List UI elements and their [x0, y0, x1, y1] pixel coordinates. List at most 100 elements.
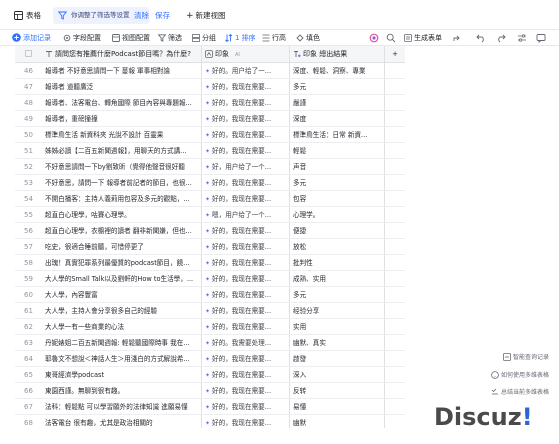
cell-summary[interactable]: 包容: [290, 191, 385, 206]
cell-summary[interactable]: 经验分享: [290, 303, 385, 318]
cell-summary[interactable]: 深度、輕鬆、洞察、專業: [290, 63, 385, 78]
cell-impression[interactable]: ✦ 好的，我现在需要...: [202, 223, 290, 238]
cell-summary[interactable]: 嚴謹: [290, 95, 385, 110]
cell-summary[interactable]: 便捷: [290, 223, 385, 238]
cell-impression[interactable]: ✦ 好的，我现在需要...: [202, 351, 290, 366]
cell-impression[interactable]: ✦ 好的，我现在需要...: [202, 191, 290, 206]
table-row[interactable]: 54 不開白播客：主持人義莉用包容及多元的觀點，... ✦ 好的，我现在需要... 包容: [15, 191, 405, 207]
clear-button[interactable]: 清除: [134, 9, 149, 22]
cell-question[interactable]: 法科：輕鬆點 可以學習願外的法律知識 進願易懂: [42, 399, 202, 414]
table-row[interactable]: 49 報導者，重磅撞撞 ✦ 好的，我现在需要... 深度: [15, 111, 405, 127]
cell-question[interactable]: 大人學的Small Talk以及劉軒的How to生活學，...: [42, 271, 202, 286]
cell-impression[interactable]: ✦ 好的，我现在需要...: [202, 239, 290, 254]
cell-summary[interactable]: 反转: [290, 383, 385, 398]
table-row[interactable]: 62 大人學一有一些商業的心法 ✦ 好的，我现在需要... 实用: [15, 319, 405, 335]
comment-icon[interactable]: [536, 33, 546, 43]
cell-summary[interactable]: 多元: [290, 287, 385, 302]
cell-impression[interactable]: ✦ 好的。我需要处理...: [202, 335, 290, 350]
table-row[interactable]: 66 東園西謹。無聊到很有趣。 ✦ 好的，我现在需要... 反转: [15, 383, 405, 399]
cell-question[interactable]: 不開白播客：主持人義莉用包容及多元的觀點，...: [42, 191, 202, 206]
cell-question[interactable]: 不好意思，請問一下 報導者前記者的節目，也很...: [42, 175, 202, 190]
table-row[interactable]: 67 法科：輕鬆點 可以學習願外的法律知識 進願易懂 ✦ 好的，我现在需要... 易懂: [15, 399, 405, 415]
table-row[interactable]: 59 大人學的Small Talk以及劉軒的How to生活學，... ✦ 好的，我现…: [15, 271, 405, 287]
cell-impression[interactable]: ✦ 好的，我现在需要...: [202, 255, 290, 270]
cell-summary[interactable]: 心理学。: [290, 207, 385, 222]
cell-question[interactable]: 耶魯文不想說＜神話人生＞用淺白的方式解說希...: [42, 351, 202, 366]
column-header-question[interactable]: 請問您有推薦什麼Podcast節目嗎？為什麼?: [42, 46, 202, 62]
save-button[interactable]: 保存: [155, 9, 170, 22]
table-row[interactable]: 57 吃史，很適合睡前聽，可惜停更了 ✦ 好的，我现在需要... 放松: [15, 239, 405, 255]
table-row[interactable]: 63 丹妮婊姐二百五新聞週報: 輕鬆聽國際時事 我在... ✦ 好的。我需要处理...…: [15, 335, 405, 351]
cell-impression[interactable]: ✦ 好的，我现在需要...: [202, 319, 290, 334]
cell-summary[interactable]: 多元: [290, 175, 385, 190]
table-row[interactable]: 47 報導者 道聽廣泛 ✦ 好的，我现在需要... 多元: [15, 79, 405, 95]
cell-question[interactable]: 姊姊必讀【二百五新聞週報】，用聊天的方式講...: [42, 143, 202, 158]
cell-summary[interactable]: 声音: [290, 159, 385, 174]
cell-impression[interactable]: ✦ 好的，我现在需要...: [202, 175, 290, 190]
cell-question[interactable]: 大人學，內容豐富: [42, 287, 202, 302]
cell-summary[interactable]: 实用: [290, 319, 385, 334]
cell-summary[interactable]: 輕鬆: [290, 143, 385, 158]
smart-query-button[interactable]: 智能查询记录: [503, 352, 549, 364]
table-row[interactable]: 53 不好意思，請問一下 報導者前記者的節目，也很... ✦ 好的，我现在需要... 多…: [15, 175, 405, 191]
table-row[interactable]: 65 東哥經濟學podcast ✦ 好的，我现在需要... 深入: [15, 367, 405, 383]
ai-assistant-icon[interactable]: [369, 33, 379, 43]
table-row[interactable]: 64 耶魯文不想說＜神話人生＞用淺白的方式解說希... ✦ 好的，我现在需要... 啟發: [15, 351, 405, 367]
table-tab[interactable]: 表格: [14, 9, 41, 22]
cell-question[interactable]: 報導者、法客電台、轉角國際 節目內容與專題報...: [42, 95, 202, 110]
cell-impression[interactable]: ✦ 嗯，用户给了一个...: [202, 207, 290, 222]
filter-button[interactable]: 筛选: [157, 32, 182, 44]
search-icon[interactable]: [386, 33, 396, 43]
sort-button[interactable]: 1 排序: [225, 32, 256, 44]
cell-summary[interactable]: 成熟、实用: [290, 271, 385, 286]
cell-question[interactable]: 報導者 道聽廣泛: [42, 79, 202, 94]
cell-impression[interactable]: ✦ 好，用户给了一个...: [202, 159, 290, 174]
cell-impression[interactable]: ✦ 好的，我现在需要...: [202, 303, 290, 318]
cell-summary[interactable]: 深度: [290, 111, 385, 126]
cell-impression[interactable]: ✦ 好的，我现在需要...: [202, 111, 290, 126]
row-height-button[interactable]: 行高: [262, 32, 286, 44]
cell-impression[interactable]: ✦ 好的，我现在需要...: [202, 95, 290, 110]
add-record-button[interactable]: 添加记录: [12, 32, 51, 44]
cell-summary[interactable]: 批判性: [290, 255, 385, 270]
cell-impression[interactable]: ✦ 好的，我现在需要...: [202, 127, 290, 142]
cell-question[interactable]: 報導者 不好意思請問一下 蔓報 軍事相對論: [42, 63, 202, 78]
cell-impression[interactable]: ✦ 好的。用户给了一...: [202, 63, 290, 78]
table-row[interactable]: 50 標準鳥生活 新資科夾 光說不設計 百靈果 ✦ 好的，我现在需要... 標準鳥生活：…: [15, 127, 405, 143]
undo-icon[interactable]: [476, 33, 486, 43]
share-icon[interactable]: [452, 33, 462, 43]
summary-button[interactable]: 总结当前多维表格: [491, 387, 549, 399]
new-view-button[interactable]: + 新建视图: [186, 9, 226, 22]
cell-question[interactable]: 大人學，主持人會分享很多自己的經驗: [42, 303, 202, 318]
settings-sliders-icon[interactable]: [517, 33, 527, 43]
cell-question[interactable]: 出瑰！真實犯罪系列最優質的podcast節目，饒...: [42, 255, 202, 270]
cell-impression[interactable]: ✦ 好的，我现在需要...: [202, 79, 290, 94]
cell-summary[interactable]: 易懂: [290, 399, 385, 414]
table-row[interactable]: 51 姊姊必讀【二百五新聞週報】，用聊天的方式講... ✦ 好的，我现在需要... 輕鬆: [15, 143, 405, 159]
select-all-checkbox[interactable]: [15, 46, 42, 62]
cell-summary[interactable]: 放松: [290, 239, 385, 254]
table-row[interactable]: 61 大人學，主持人會分享很多自己的經驗 ✦ 好的，我现在需要... 经验分享: [15, 303, 405, 319]
table-row[interactable]: 52 不好意思請問一下by劉致昕（覺得他聲音很好聽 ✦ 好，用户给了一个... 声音: [15, 159, 405, 175]
cell-impression[interactable]: ✦ 好的，我现在需要...: [202, 383, 290, 398]
redo-icon[interactable]: [496, 33, 506, 43]
cell-question[interactable]: 法客電台 很有趣，尤其是政治相關的: [42, 415, 202, 428]
cell-question[interactable]: 超直白心理學，咕賽心理學。: [42, 207, 202, 222]
table-row[interactable]: 68 法客電台 很有趣，尤其是政治相關的 ✦ 好的，我现在需要... 幽默: [15, 415, 405, 428]
cell-question[interactable]: 超直白心理學，衣櫥裡的讀者 翻非新聞嫌，但也...: [42, 223, 202, 238]
cell-question[interactable]: 不好意思請問一下by劉致昕（覺得他聲音很好聽: [42, 159, 202, 174]
cell-summary[interactable]: 幽默、真实: [290, 335, 385, 350]
cell-question[interactable]: 吃史，很適合睡前聽，可惜停更了: [42, 239, 202, 254]
cell-impression[interactable]: ✦ 好的，我现在需要...: [202, 287, 290, 302]
cell-impression[interactable]: ✦ 好的，我现在需要...: [202, 271, 290, 286]
fill-color-button[interactable]: 填色: [296, 32, 320, 44]
cell-summary[interactable]: 多元: [290, 79, 385, 94]
view-config-button[interactable]: 视图配置: [112, 32, 150, 44]
cell-impression[interactable]: ✦ 好的，我现在需要...: [202, 367, 290, 382]
cell-question[interactable]: 標準鳥生活 新資科夾 光說不設計 百靈果: [42, 127, 202, 142]
cell-question[interactable]: 大人學一有一些商業的心法: [42, 319, 202, 334]
table-row[interactable]: 46 報導者 不好意思請問一下 蔓報 軍事相對論 ✦ 好的。用户给了一... 深度、輕鬆…: [15, 63, 405, 79]
column-header-summary[interactable]: 印象 總出結果: [290, 46, 385, 62]
cell-summary[interactable]: 啟發: [290, 351, 385, 366]
table-row[interactable]: 60 大人學，內容豐富 ✦ 好的，我现在需要... 多元: [15, 287, 405, 303]
